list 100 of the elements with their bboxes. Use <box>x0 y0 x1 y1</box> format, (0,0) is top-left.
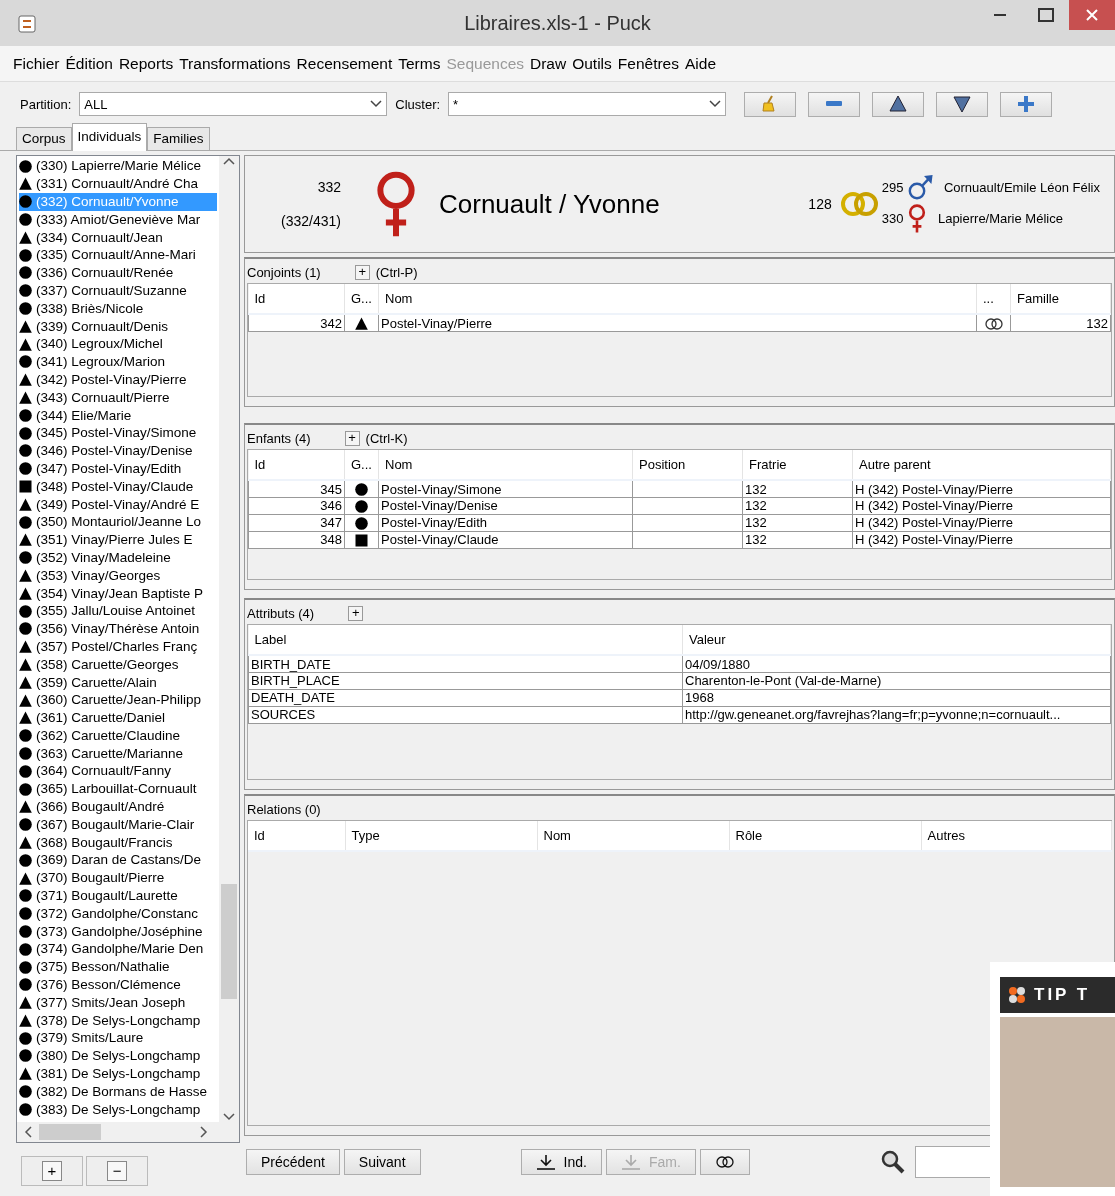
list-item[interactable]: (347) Postel-Vinay/Edith <box>19 459 217 478</box>
tab[interactable]: Corpus <box>16 127 72 151</box>
list-item[interactable]: (383) De Selys-Longchamp <box>19 1100 217 1119</box>
list-item[interactable]: (371) Bougault/Laurette <box>19 886 217 905</box>
list-item[interactable]: (380) De Selys-Longchamp <box>19 1047 217 1065</box>
parent-name[interactable]: Cornuault/Emile Léon Félix <box>943 178 1100 198</box>
list-item[interactable]: (344) Elie/Marie <box>19 406 217 425</box>
column-header[interactable]: Rôle <box>729 821 921 852</box>
list-item[interactable]: (351) Vinay/Pierre Jules E <box>19 531 217 549</box>
partition-dropdown[interactable]: ALL <box>79 92 388 117</box>
rings-button[interactable] <box>699 1149 750 1176</box>
list-item[interactable]: (331) Cornuault/André Cha <box>19 175 217 193</box>
menu-item[interactable]: Fichier <box>10 50 63 78</box>
list-item[interactable]: (334) Cornuault/Jean <box>19 228 217 247</box>
list-item[interactable]: (360) Caruette/Jean-Philipp <box>19 691 217 709</box>
column-header[interactable]: Nom <box>378 284 977 315</box>
menu-item[interactable]: Recensement <box>293 50 396 78</box>
table-row[interactable]: 348 Postel-Vinay/Claude 132 H (342) Postel-Vinay/Pierre <box>248 531 1111 549</box>
table-row[interactable]: DEATH_DATE 1968 <box>248 689 1111 707</box>
cluster-dropdown[interactable]: * <box>448 92 727 117</box>
minus-button[interactable] <box>808 91 861 117</box>
table-row[interactable]: BIRTH_PLACE Charenton-le-Pont (Val-de-Marne) <box>248 672 1111 690</box>
list-item[interactable]: (365) Larbouillat-Cornuault <box>19 780 217 798</box>
column-header[interactable]: Id <box>248 821 345 852</box>
list-item[interactable]: (369) Daran de Castans/De <box>19 851 217 870</box>
add-button[interactable]: + <box>344 430 360 446</box>
list-item[interactable]: (364) Cornuault/Fanny <box>19 762 217 781</box>
list-item[interactable]: (336) Cornuault/Renée <box>19 264 217 282</box>
list-item[interactable]: (361) Caruette/Daniel <box>19 708 217 727</box>
table-row[interactable]: 346 Postel-Vinay/Denise 132 H (342) Postel-Vinay/Pierre <box>248 497 1111 515</box>
parent-name[interactable]: Lapierre/Marie Mélice <box>937 209 1063 229</box>
tab[interactable]: Individuals <box>71 123 148 152</box>
list-item[interactable]: (377) Smits/Jean Joseph <box>19 993 217 1012</box>
menu-item[interactable]: Draw <box>527 50 570 78</box>
list-item[interactable]: (340) Legroux/Michel <box>19 335 217 353</box>
list-item[interactable]: (349) Postel-Vinay/André E <box>19 495 217 514</box>
triangle-down-button[interactable] <box>936 91 989 117</box>
table-row[interactable]: BIRTH_DATE 04/09/1880 <box>248 655 1111 673</box>
horizontal-scrollbar[interactable] <box>17 1122 239 1143</box>
broom-button[interactable] <box>744 91 797 117</box>
column-header[interactable]: Autres <box>921 821 1112 852</box>
list-item[interactable]: (355) Jallu/Louise Antoinet <box>19 602 217 620</box>
list-item[interactable]: (345) Postel-Vinay/Simone <box>19 424 217 442</box>
list-item[interactable]: (354) Vinay/Jean Baptiste P <box>19 584 217 603</box>
list-item[interactable]: (368) Bougault/Francis <box>19 833 217 852</box>
add-button[interactable]: + <box>21 1156 83 1187</box>
list-item[interactable]: (381) De Selys-Longchamp <box>19 1064 217 1083</box>
column-header[interactable]: Autre parent <box>852 450 1111 481</box>
list-item[interactable]: (343) Cornuault/Pierre <box>19 388 217 407</box>
column-header[interactable]: Id <box>248 284 345 315</box>
list-item[interactable]: (374) Gandolphe/Marie Den <box>19 940 217 959</box>
menu-item[interactable]: Reports <box>115 50 177 78</box>
menu-item[interactable]: Terms <box>395 50 444 78</box>
list-item[interactable]: (382) De Bormans de Hasse <box>19 1082 217 1101</box>
list-item[interactable]: (367) Bougault/Marie-Clair <box>19 815 217 834</box>
list-item[interactable]: (366) Bougault/André <box>19 797 217 816</box>
menu-item[interactable]: Aide <box>682 50 719 78</box>
table-row[interactable]: 342 Postel-Vinay/Pierre 132 <box>248 314 1111 332</box>
list-item[interactable]: (348) Postel-Vinay/Claude <box>19 477 217 496</box>
list-item[interactable]: (378) De Selys-Longchamp <box>19 1011 217 1030</box>
column-header[interactable]: Label <box>248 625 683 656</box>
list-item[interactable]: (346) Postel-Vinay/Denise <box>19 442 217 460</box>
column-header[interactable]: Nom <box>537 821 729 852</box>
tab[interactable]: Families <box>147 127 210 151</box>
list-item[interactable]: (363) Caruette/Marianne <box>19 744 217 763</box>
list-item[interactable]: (375) Besson/Nathalie <box>19 958 217 976</box>
column-header[interactable]: Id <box>248 450 345 481</box>
list-item[interactable]: (379) Smits/Laure <box>19 1029 217 1048</box>
column-header[interactable]: Position <box>632 450 743 481</box>
list-item[interactable]: (337) Cornuault/Suzanne <box>19 281 217 300</box>
list-item[interactable]: (330) Lapierre/Marie Mélice <box>19 157 217 176</box>
list-item[interactable]: (350) Montauriol/Jeanne Lo <box>19 513 217 531</box>
column-header[interactable]: Fratrie <box>742 450 853 481</box>
column-header[interactable]: Valeur <box>682 625 1111 656</box>
list-item[interactable]: (335) Cornuault/Anne-Mari <box>19 246 217 265</box>
remove-button[interactable]: − <box>86 1156 149 1187</box>
column-header[interactable]: ... <box>976 284 1011 315</box>
list-item[interactable]: (356) Vinay/Thérèse Antoin <box>19 619 217 638</box>
nav-button[interactable]: Ind. <box>520 1149 602 1176</box>
column-header[interactable]: Nom <box>378 450 633 481</box>
list-item[interactable]: (339) Cornuault/Denis <box>19 317 217 336</box>
table-row[interactable]: 347 Postel-Vinay/Edith 132 H (342) Postel-Vinay/Pierre <box>248 514 1111 532</box>
menu-item[interactable]: Fenêtres <box>614 50 682 78</box>
list-item[interactable]: (370) Bougault/Pierre <box>19 869 217 887</box>
add-button[interactable]: + <box>354 264 370 280</box>
vertical-scrollbar[interactable] <box>219 156 239 1123</box>
add-button[interactable]: + <box>348 605 364 621</box>
column-header[interactable]: Famille <box>1010 284 1111 315</box>
menu-item[interactable]: Transformations <box>176 50 294 78</box>
list-item[interactable]: (373) Gandolphe/Joséphine <box>19 922 217 941</box>
list-item[interactable]: (359) Caruette/Alain <box>19 673 217 692</box>
list-item[interactable]: (338) Briès/Nicole <box>19 299 217 318</box>
list-item[interactable]: (362) Caruette/Claudine <box>19 726 217 745</box>
column-header[interactable]: Type <box>345 821 537 852</box>
close-button[interactable] <box>1069 0 1115 30</box>
list-item[interactable]: (341) Legroux/Marion <box>19 353 217 371</box>
nav-button[interactable]: Suivant <box>343 1149 421 1176</box>
triangle-up-button[interactable] <box>872 91 925 117</box>
list-item[interactable]: (333) Amiot/Geneviève Mar <box>19 210 217 229</box>
list-item[interactable]: (352) Vinay/Madeleine <box>19 548 217 567</box>
